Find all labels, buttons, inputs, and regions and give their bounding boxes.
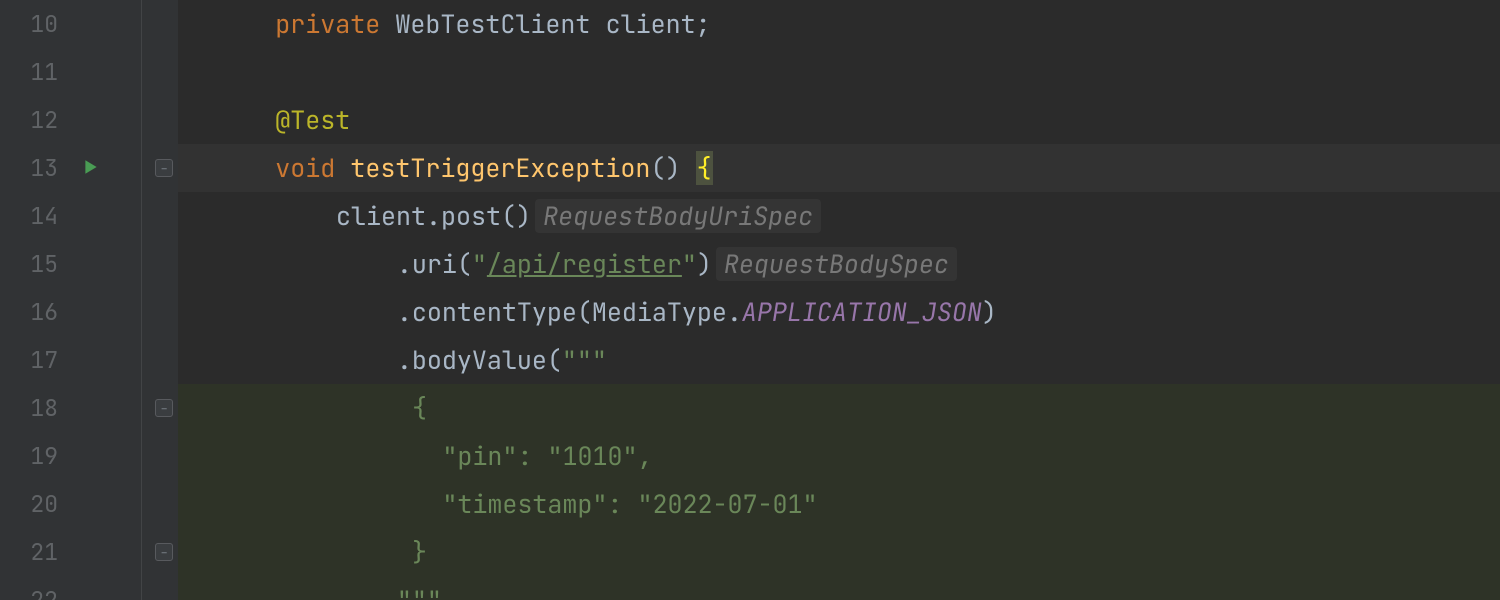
fold-collapse-icon[interactable]: − — [155, 159, 173, 177]
json-value: "2022-07-01" — [637, 487, 817, 521]
punct-dot: . — [397, 343, 412, 377]
identifier: client — [606, 7, 696, 41]
json-colon: : — [517, 439, 547, 473]
inlay-hint: RequestBodyUriSpec — [535, 199, 821, 233]
string-triple-quote: """ — [562, 343, 607, 377]
punct-rparen: ) — [982, 295, 997, 329]
code-editor: 10 11 12 13 − 14 15 16 17 18 − 19 20 21 … — [0, 0, 1500, 600]
punct-rparen: ) — [697, 247, 712, 281]
gutter-line[interactable]: 21 − — [0, 528, 178, 576]
gutter-line[interactable]: 20 — [0, 480, 178, 528]
json-key: "timestamp" — [442, 487, 607, 521]
json-value: "1010" — [547, 439, 637, 473]
inlay-hint: RequestBodySpec — [716, 247, 957, 281]
code-content[interactable]: private WebTestClient client; @Test void… — [178, 0, 1500, 600]
punct-lparen: ( — [547, 343, 562, 377]
gutter-line[interactable]: 14 — [0, 192, 178, 240]
code-line-json[interactable]: "pin": "1010", — [178, 432, 1500, 480]
keyword: void — [275, 151, 335, 185]
json-key: "pin" — [442, 439, 517, 473]
punct-semicolon: ; — [696, 7, 711, 41]
gutter-line[interactable]: 11 — [0, 48, 178, 96]
method-call: post — [441, 199, 501, 233]
punct-dot: . — [727, 295, 742, 329]
code-line[interactable]: @Test — [178, 96, 1500, 144]
type-name: WebTestClient — [395, 7, 590, 41]
gutter-line[interactable]: 10 — [0, 0, 178, 48]
code-line[interactable]: .contentType(MediaType.APPLICATION_JSON) — [178, 288, 1500, 336]
punct-dot: . — [397, 295, 412, 329]
json-comma: , — [637, 439, 652, 473]
code-line[interactable]: client.post()RequestBodyUriSpec — [178, 192, 1500, 240]
gutter-line[interactable]: 16 — [0, 288, 178, 336]
string-quote: " — [472, 247, 487, 281]
method-name: testTriggerException — [350, 151, 650, 185]
line-number: 19 — [18, 441, 58, 471]
code-line-current[interactable]: void testTriggerException() { — [178, 144, 1500, 192]
line-number: 13 — [18, 153, 58, 183]
gutter-line[interactable]: 12 — [0, 96, 178, 144]
identifier: client — [336, 199, 426, 233]
json-colon: : — [607, 487, 637, 521]
code-line[interactable]: private WebTestClient client; — [178, 0, 1500, 48]
code-line[interactable]: .uri("/api/register")RequestBodySpec — [178, 240, 1500, 288]
type-ref: MediaType — [592, 295, 727, 329]
json-brace: } — [412, 535, 427, 569]
line-number: 11 — [18, 57, 58, 87]
gutter-line[interactable]: 22 — [0, 576, 178, 600]
line-number: 12 — [18, 105, 58, 135]
method-call: uri — [412, 247, 457, 281]
line-number: 10 — [18, 9, 58, 39]
fold-expand-icon[interactable]: − — [155, 543, 173, 561]
annotation: @Test — [275, 103, 350, 137]
line-number: 21 — [18, 537, 58, 567]
code-line-json[interactable]: { — [178, 384, 1500, 432]
punct-parens: () — [501, 199, 531, 233]
brace-match: { — [696, 151, 713, 185]
line-number: 18 — [18, 393, 58, 423]
editor-gutter: 10 11 12 13 − 14 15 16 17 18 − 19 20 21 … — [0, 0, 178, 600]
method-call: bodyValue — [412, 343, 547, 377]
gutter-line[interactable]: 17 — [0, 336, 178, 384]
line-number: 17 — [18, 345, 58, 375]
string-triple-quote: """ — [397, 583, 442, 600]
gutter-line[interactable]: 15 — [0, 240, 178, 288]
code-line[interactable]: .bodyValue(""" — [178, 336, 1500, 384]
keyword: private — [275, 7, 380, 41]
string-quote: " — [682, 247, 697, 281]
string-url: /api/register — [487, 247, 682, 281]
gutter-line[interactable]: 13 − — [0, 144, 178, 192]
line-number: 16 — [18, 297, 58, 327]
punct-lparen: ( — [457, 247, 472, 281]
line-number: 20 — [18, 489, 58, 519]
line-number: 22 — [18, 585, 58, 600]
punct-lparen: ( — [577, 295, 592, 329]
gutter-line[interactable]: 18 − — [0, 384, 178, 432]
code-line-json[interactable]: "timestamp": "2022-07-01" — [178, 480, 1500, 528]
punct-dot: . — [397, 247, 412, 281]
gutter-line[interactable]: 19 — [0, 432, 178, 480]
code-line-json[interactable]: } — [178, 528, 1500, 576]
line-number: 14 — [18, 201, 58, 231]
run-test-icon[interactable] — [82, 154, 100, 183]
code-line[interactable]: """ — [178, 576, 1500, 600]
code-line[interactable] — [178, 48, 1500, 96]
constant: APPLICATION_JSON — [742, 295, 982, 329]
punct-dot: . — [426, 199, 441, 233]
method-call: contentType — [412, 295, 577, 329]
punct-parens: () — [650, 151, 680, 185]
line-number: 15 — [18, 249, 58, 279]
json-brace: { — [412, 391, 427, 425]
fold-collapse-icon[interactable]: − — [155, 399, 173, 417]
